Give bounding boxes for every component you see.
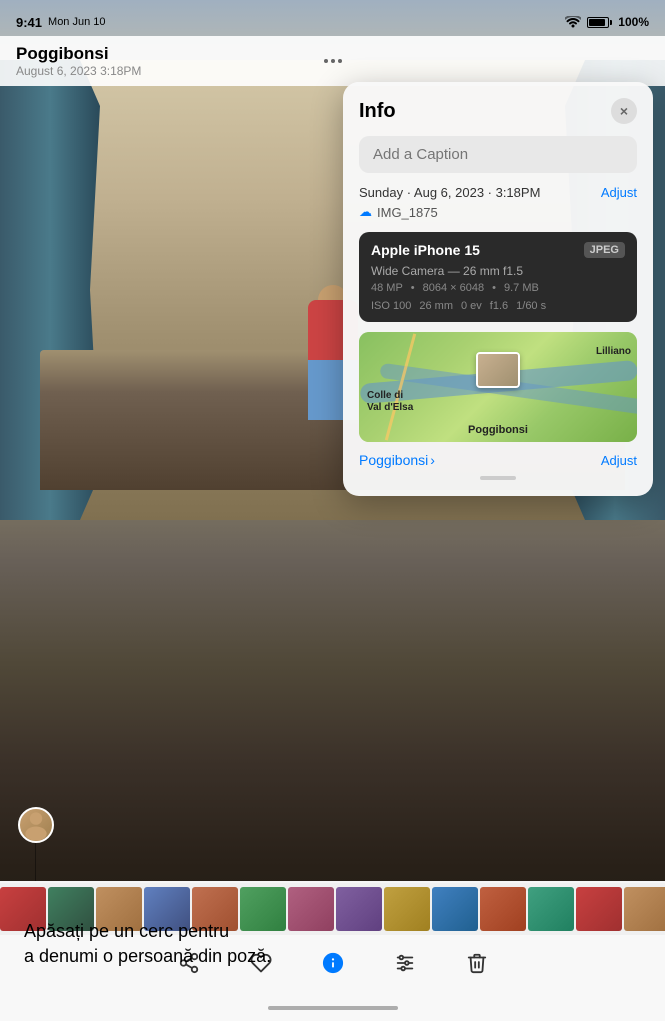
- battery-icon: [587, 17, 612, 28]
- home-bar: [268, 1006, 398, 1010]
- location-link[interactable]: Poggibonsi ›: [359, 452, 435, 468]
- person-circle-thumbnail[interactable]: [18, 807, 54, 843]
- camera-box: Apple iPhone 15 JPEG Wide Camera — 26 mm…: [359, 232, 637, 322]
- camera-detail: Wide Camera — 26 mm f1.5: [371, 264, 625, 278]
- filename-row: ☁ IMG_1875: [359, 204, 637, 220]
- home-indicator: [0, 995, 665, 1021]
- exif-specs: ISO 100 26 mm 0 ev f1.6 1/60 s: [371, 300, 625, 312]
- exif-aperture: f1.6: [490, 300, 508, 312]
- panel-handle: [480, 476, 516, 480]
- map-label-poggibonsi: Poggibonsi: [468, 424, 528, 436]
- status-day: Mon Jun 10: [48, 16, 105, 28]
- info-title: Info: [359, 100, 396, 123]
- battery-percent: 100%: [618, 15, 649, 29]
- photo-date: Sunday · Aug 6, 2023 · 3:18PM: [359, 185, 540, 200]
- date-adjust-link[interactable]: Adjust: [601, 185, 637, 200]
- jpeg-badge: JPEG: [584, 242, 625, 258]
- status-right-icons: 100%: [565, 15, 649, 29]
- dot1: [324, 59, 328, 63]
- spec-size: 9.7 MB: [504, 282, 539, 294]
- status-time: 9:41: [16, 15, 42, 30]
- exif-ev: 0 ev: [461, 300, 482, 312]
- map-photo-thumb: [476, 352, 520, 388]
- camera-name: Apple iPhone 15: [371, 242, 480, 258]
- battery-fill: [589, 19, 604, 26]
- person-thumb-inner: [20, 809, 52, 841]
- caption-input[interactable]: [359, 136, 637, 173]
- person-icon: [20, 807, 52, 841]
- annotation-line2: a denumi o persoană din poză.: [24, 944, 641, 969]
- spec-sep1: •: [411, 282, 415, 294]
- camera-header: Apple iPhone 15 JPEG: [371, 242, 625, 258]
- map-thumb-inner: [478, 354, 518, 386]
- chevron-right-icon: ›: [430, 452, 435, 468]
- info-close-button[interactable]: ×: [611, 98, 637, 124]
- spec-sep2: •: [492, 282, 496, 294]
- camera-specs: 48 MP • 8064 × 6048 • 9.7 MB: [371, 282, 625, 294]
- spec-resolution: 8064 × 6048: [423, 282, 484, 294]
- wifi-icon: [565, 16, 581, 28]
- date-row: Sunday · Aug 6, 2023 · 3:18PM Adjust: [359, 185, 637, 200]
- dot2: [331, 59, 335, 63]
- annotation-box: Apăsați pe un cerc pentru a denumi o per…: [0, 919, 665, 969]
- info-panel-header: Info ×: [359, 98, 637, 124]
- status-bar: 9:41 Mon Jun 10 100%: [0, 0, 665, 36]
- exif-shutter: 1/60 s: [516, 300, 546, 312]
- cloud-icon: ☁: [359, 204, 372, 220]
- map-footer: Poggibonsi › Adjust: [359, 452, 637, 468]
- header-dots: [324, 36, 342, 86]
- annotation-line1: Apăsați pe un cerc pentru: [24, 919, 641, 944]
- map-label-colle: Colle diVal d'Elsa: [367, 390, 413, 414]
- spec-mp: 48 MP: [371, 282, 403, 294]
- map-container[interactable]: Colle diVal d'Elsa Lilliano Poggibonsi: [359, 332, 637, 442]
- exif-iso: ISO 100: [371, 300, 411, 312]
- dot3: [338, 59, 342, 63]
- location-adjust-link[interactable]: Adjust: [601, 453, 637, 468]
- map-label-lilliano: Lilliano: [596, 346, 631, 357]
- location-name: Poggibonsi: [359, 452, 428, 468]
- exif-focal: 26 mm: [419, 300, 453, 312]
- filename-text: IMG_1875: [377, 205, 438, 220]
- info-panel: Info × Sunday · Aug 6, 2023 · 3:18PM Adj…: [343, 82, 653, 496]
